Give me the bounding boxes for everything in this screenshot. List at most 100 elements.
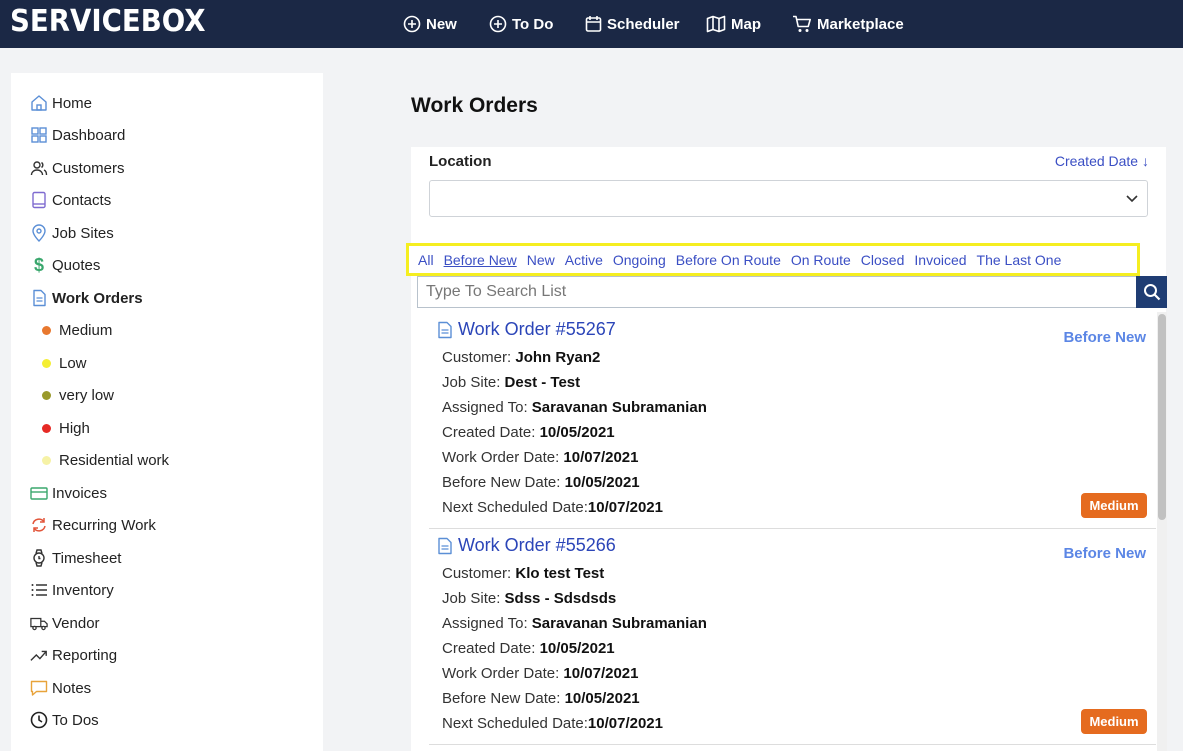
sidebar: Home Dashboard Customers Contacts Job Si… [11, 73, 323, 751]
filter-new[interactable]: New [527, 252, 555, 268]
location-pin-icon [30, 224, 48, 242]
work-order-card: Work Order #55267 Before New Customer: J… [429, 313, 1156, 529]
search-icon [1143, 284, 1160, 301]
watch-icon [30, 549, 48, 567]
sidebar-item-todos[interactable]: To Dos [30, 709, 99, 731]
sidebar-item-invoices[interactable]: Invoices [30, 482, 107, 504]
truck-icon [30, 614, 48, 632]
sidebar-item-job-sites[interactable]: Job Sites [30, 222, 114, 244]
sidebar-item-label: Timesheet [52, 549, 122, 567]
trend-icon [30, 646, 48, 664]
dollar-icon: $ [33, 254, 44, 275]
plus-circle-icon [489, 15, 507, 33]
sidebar-item-label: To Dos [52, 711, 99, 729]
sidebar-item-home[interactable]: Home [30, 92, 92, 114]
filter-ongoing[interactable]: Ongoing [613, 252, 666, 268]
next-scheduled-date-field: Next Scheduled Date:10/07/2021 [442, 499, 663, 516]
sidebar-item-work-orders[interactable]: Work Orders [30, 287, 143, 309]
list-scrollbar[interactable] [1157, 312, 1167, 751]
home-icon [30, 94, 48, 112]
sidebar-item-label: Inventory [52, 581, 114, 599]
created-date-field: Created Date: 10/05/2021 [442, 640, 615, 657]
priority-very-low[interactable]: very low [42, 384, 114, 406]
priority-high[interactable]: High [42, 417, 90, 439]
priority-label: very low [59, 386, 115, 404]
sidebar-item-label: Vendor [52, 614, 100, 632]
priority-low[interactable]: Low [42, 352, 87, 374]
map-icon [706, 15, 726, 33]
sidebar-item-label: Work Orders [52, 289, 143, 307]
book-icon [30, 191, 48, 209]
assigned-to-field: Assigned To: Saravanan Subramanian [442, 615, 707, 632]
job-site-field: Job Site: Sdss - Sdsdsds [442, 590, 617, 607]
page-title: Work Orders [411, 94, 538, 117]
nav-scheduler[interactable]: Scheduler [585, 0, 680, 48]
filter-invoiced[interactable]: Invoiced [914, 252, 966, 268]
priority-dot [42, 390, 51, 400]
document-icon [438, 537, 452, 554]
before-new-date-field: Before New Date: 10/05/2021 [442, 690, 640, 707]
dashboard-icon [30, 126, 48, 144]
sidebar-item-inventory[interactable]: Inventory [30, 579, 114, 601]
nav-new[interactable]: New [403, 0, 457, 48]
sidebar-item-notes[interactable]: Notes [30, 677, 91, 699]
created-date-field: Created Date: 10/05/2021 [442, 424, 615, 441]
sidebar-item-customers[interactable]: Customers [30, 157, 125, 179]
document-icon [30, 289, 48, 307]
sort-label: Created Date [1054, 153, 1139, 169]
sidebar-item-label: Home [52, 94, 93, 112]
scrollbar-thumb[interactable] [1158, 314, 1166, 520]
filter-on-route[interactable]: On Route [791, 252, 851, 268]
nav-marketplace[interactable]: Marketplace [792, 0, 904, 48]
sidebar-item-label: Reporting [52, 646, 118, 664]
nav-map-label: Map [731, 15, 761, 33]
sidebar-item-reporting[interactable]: Reporting [30, 644, 117, 666]
sort-created-date-link[interactable]: Created Date ↓ [1055, 153, 1149, 169]
work-order-date-field: Work Order Date: 10/07/2021 [442, 449, 639, 466]
customer-field: Customer: John Ryan2 [442, 349, 601, 366]
priority-residential-work[interactable]: Residential work [42, 449, 169, 471]
sidebar-item-dashboard[interactable]: Dashboard [30, 124, 125, 146]
work-order-title-link[interactable]: Work Order #55267 [437, 319, 616, 340]
work-order-title-link[interactable]: Work Order #55266 [437, 535, 616, 556]
status-filter-bar: All Before New New Active Ongoing Before… [406, 243, 1140, 276]
filter-before-on-route[interactable]: Before On Route [676, 252, 781, 268]
servicebox-logo[interactable]: SERVICEBOX [10, 4, 206, 39]
chevron-down-icon [1126, 195, 1138, 203]
sidebar-item-vendor[interactable]: Vendor [30, 612, 100, 634]
arrow-down-icon: ↓ [1142, 153, 1149, 169]
status-text: Before New [1063, 329, 1146, 346]
sidebar-item-label: Customers [52, 159, 125, 177]
sidebar-item-contacts[interactable]: Contacts [30, 189, 111, 211]
plus-circle-icon [403, 15, 421, 33]
filter-closed[interactable]: Closed [861, 252, 905, 268]
before-new-date-field: Before New Date: 10/05/2021 [442, 474, 640, 491]
nav-todo[interactable]: To Do [489, 0, 553, 48]
filter-the-last-one[interactable]: The Last One [977, 252, 1062, 268]
sync-icon [30, 516, 48, 534]
sidebar-item-recurring-work[interactable]: Recurring Work [30, 514, 156, 536]
priority-medium[interactable]: Medium [42, 319, 112, 341]
calendar-icon [585, 16, 602, 32]
work-order-card: Work Order #55266 Before New Customer: K… [429, 529, 1156, 745]
sidebar-item-timesheet[interactable]: Timesheet [30, 547, 121, 569]
nav-map[interactable]: Map [706, 0, 761, 48]
sidebar-item-label: Job Sites [52, 224, 114, 242]
filter-active[interactable]: Active [565, 252, 603, 268]
sidebar-item-label: Quotes [52, 256, 101, 274]
customer-field: Customer: Klo test Test [442, 565, 605, 582]
priority-dot [42, 423, 51, 433]
search-input[interactable] [417, 276, 1137, 308]
priority-dot [42, 358, 51, 368]
cart-icon [793, 15, 811, 32]
nav-marketplace-label: Marketplace [817, 15, 904, 33]
search-button[interactable] [1136, 276, 1167, 308]
top-navbar: SERVICEBOX New To Do Scheduler Map Marke… [0, 0, 1183, 48]
filter-before-new[interactable]: Before New [444, 252, 517, 268]
nav-new-label: New [426, 15, 457, 33]
location-select[interactable] [429, 180, 1148, 217]
document-icon [438, 321, 452, 338]
job-site-field: Job Site: Dest - Test [442, 374, 581, 391]
sidebar-item-quotes[interactable]: $ Quotes [30, 254, 100, 276]
filter-all[interactable]: All [418, 252, 434, 268]
